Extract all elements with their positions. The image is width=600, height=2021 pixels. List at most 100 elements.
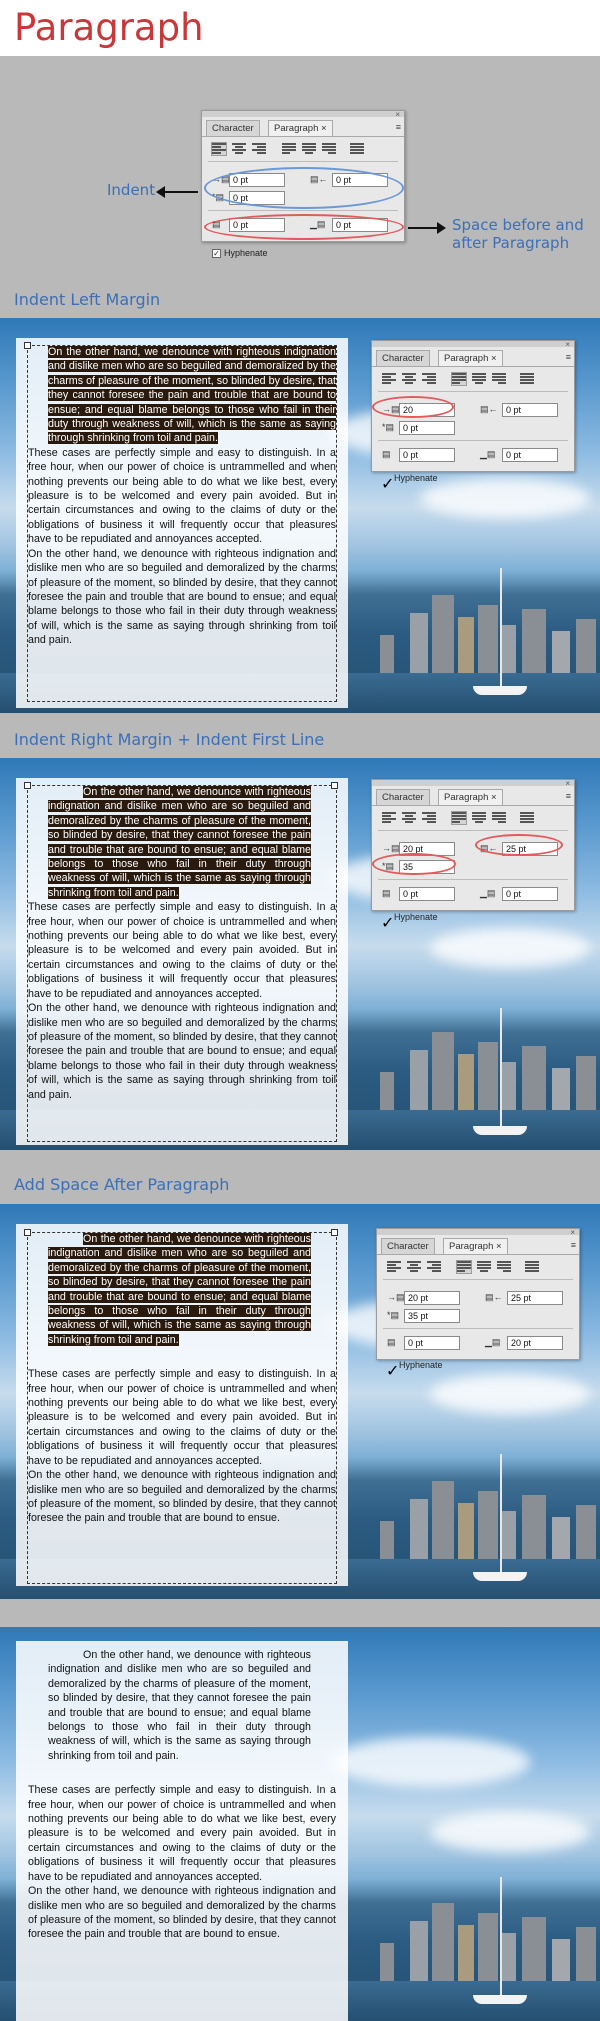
justify-last-right-icon[interactable] xyxy=(322,143,336,155)
space-before-icon: ▤ xyxy=(212,219,221,229)
space-before-field[interactable]: 0 pt xyxy=(229,218,285,232)
align-left-icon[interactable] xyxy=(382,812,396,824)
tab-close-icon[interactable]: × xyxy=(496,1241,502,1252)
hyphenate-label: Hyphenate xyxy=(394,473,438,483)
align-center-icon[interactable] xyxy=(232,143,246,155)
space-before-icon: ▤ xyxy=(382,888,391,898)
first-line-indent-field[interactable]: 0 pt xyxy=(399,421,455,435)
panel-menu-icon[interactable]: ≡ xyxy=(566,352,571,362)
hyphenate-checkbox[interactable]: ✓ xyxy=(381,913,394,933)
hyphenate-label: Hyphenate xyxy=(394,912,438,922)
left-indent-field[interactable]: 20 pt xyxy=(399,842,455,856)
space-before-field[interactable]: 0 pt xyxy=(399,887,455,901)
left-indent-icon: →▤ xyxy=(387,1292,405,1302)
space-before-field[interactable]: 0 pt xyxy=(399,448,455,462)
panel-close-icon[interactable]: × xyxy=(395,110,400,119)
panel-divider xyxy=(378,830,568,831)
panel-menu-icon[interactable]: ≡ xyxy=(396,122,401,132)
align-left-icon[interactable] xyxy=(211,142,227,156)
justify-last-right-icon[interactable] xyxy=(497,1261,511,1273)
align-right-icon[interactable] xyxy=(252,143,266,155)
panel-grip[interactable] xyxy=(372,780,574,786)
justify-last-right-icon[interactable] xyxy=(492,373,506,385)
space-before-field[interactable]: 0 pt xyxy=(404,1336,460,1350)
tab-close-icon[interactable]: × xyxy=(491,792,497,803)
left-indent-field[interactable]: 0 pt xyxy=(229,173,285,187)
paragraph-panel-intro: × Character Paragraph × ≡ →▤ 0 pt ▤← 0 p… xyxy=(201,110,405,258)
justify-last-left-icon[interactable] xyxy=(456,1260,472,1274)
align-left-icon[interactable] xyxy=(387,1261,401,1273)
tab-close-icon[interactable]: × xyxy=(491,353,497,364)
panel-menu-icon[interactable]: ≡ xyxy=(566,791,571,801)
align-right-icon[interactable] xyxy=(422,812,436,824)
tab-close-icon[interactable]: × xyxy=(321,123,327,134)
space-after-field[interactable]: 0 pt xyxy=(332,218,388,232)
first-line-indent-field[interactable]: 0 pt xyxy=(229,191,285,205)
tab-paragraph[interactable]: Paragraph × xyxy=(438,350,503,366)
space-after-field[interactable]: 0 pt xyxy=(502,448,558,462)
tab-character[interactable]: Character xyxy=(376,350,430,366)
align-center-icon[interactable] xyxy=(402,812,416,824)
align-left-icon[interactable] xyxy=(382,373,396,385)
right-indent-field[interactable]: 0 pt xyxy=(332,173,388,187)
panel-grip[interactable] xyxy=(377,1229,579,1235)
justify-last-center-icon[interactable] xyxy=(472,812,486,824)
tab-character[interactable]: Character xyxy=(376,789,430,805)
align-center-icon[interactable] xyxy=(407,1261,421,1273)
justify-last-left-icon[interactable] xyxy=(282,143,296,155)
selected-paragraph[interactable]: On the other hand, we denounce with righ… xyxy=(48,346,336,445)
paragraph-panel-3: × Character Paragraph × ≡ →▤ 20 pt ▤← 25… xyxy=(376,1228,580,1360)
justify-last-right-icon[interactable] xyxy=(492,812,506,824)
paragraph: These cases are perfectly simple and eas… xyxy=(28,446,336,546)
align-center-icon[interactable] xyxy=(402,373,416,385)
hyphenate-checkbox[interactable]: ✓ xyxy=(386,1361,399,1381)
right-indent-field[interactable]: 25 pt xyxy=(502,842,558,856)
panel-close-icon[interactable]: × xyxy=(565,779,570,788)
panel-divider xyxy=(378,440,568,441)
justify-last-left-icon[interactable] xyxy=(451,372,467,386)
first-line-indent-field[interactable]: 35 xyxy=(399,860,455,874)
first-line-indent-field[interactable]: 35 pt xyxy=(404,1309,460,1323)
space-after-field[interactable]: 0 pt xyxy=(502,887,558,901)
paragraph: On the other hand, we denounce with righ… xyxy=(28,1002,336,1101)
hyphenate-checkbox[interactable]: ✓ xyxy=(381,474,394,494)
hyphenate-label: Hyphenate xyxy=(224,248,268,258)
align-right-icon[interactable] xyxy=(427,1261,441,1273)
tab-divider xyxy=(372,805,574,806)
panel-grip[interactable] xyxy=(372,341,574,347)
panel-menu-icon[interactable]: ≡ xyxy=(571,1240,576,1250)
justify-all-icon[interactable] xyxy=(520,812,534,824)
document-text-2[interactable]: On the other hand, we denounce with righ… xyxy=(28,785,336,1102)
left-indent-field[interactable]: 20 xyxy=(399,403,455,417)
page-title: Paragraph xyxy=(14,6,204,49)
justify-last-center-icon[interactable] xyxy=(472,373,486,385)
justify-all-icon[interactable] xyxy=(350,143,364,155)
tab-paragraph-label: Paragraph xyxy=(444,792,489,803)
hyphenate-checkbox[interactable]: ✓ xyxy=(212,249,221,258)
align-right-icon[interactable] xyxy=(422,373,436,385)
justify-last-left-icon[interactable] xyxy=(451,811,467,825)
tab-character[interactable]: Character xyxy=(206,120,260,136)
justify-last-center-icon[interactable] xyxy=(477,1261,491,1273)
panel-close-icon[interactable]: × xyxy=(565,340,570,349)
right-indent-field[interactable]: 25 pt xyxy=(507,1291,563,1305)
tab-paragraph[interactable]: Paragraph × xyxy=(443,1238,508,1254)
justify-all-icon[interactable] xyxy=(525,1261,539,1273)
selected-paragraph[interactable]: On the other hand, we denounce with righ… xyxy=(48,786,311,899)
panel-close-icon[interactable]: × xyxy=(570,1228,575,1237)
left-indent-field[interactable]: 20 pt xyxy=(404,1291,460,1305)
spacing-callout-line1: Space before and xyxy=(452,216,584,234)
selected-paragraph[interactable]: On the other hand, we denounce with righ… xyxy=(48,1233,311,1346)
justify-last-center-icon[interactable] xyxy=(302,143,316,155)
right-indent-field[interactable]: 0 pt xyxy=(502,403,558,417)
space-after-icon: ▁▤ xyxy=(310,219,326,229)
document-text-1[interactable]: On the other hand, we denounce with righ… xyxy=(28,345,336,648)
tab-paragraph[interactable]: Paragraph × xyxy=(268,120,333,136)
tab-paragraph[interactable]: Paragraph × xyxy=(438,789,503,805)
document-text-3[interactable]: On the other hand, we denounce with righ… xyxy=(28,1232,336,1526)
panel-grip[interactable] xyxy=(202,111,404,117)
tab-divider xyxy=(377,1254,579,1255)
justify-all-icon[interactable] xyxy=(520,373,534,385)
space-after-field[interactable]: 20 pt xyxy=(507,1336,563,1350)
tab-character[interactable]: Character xyxy=(381,1238,435,1254)
